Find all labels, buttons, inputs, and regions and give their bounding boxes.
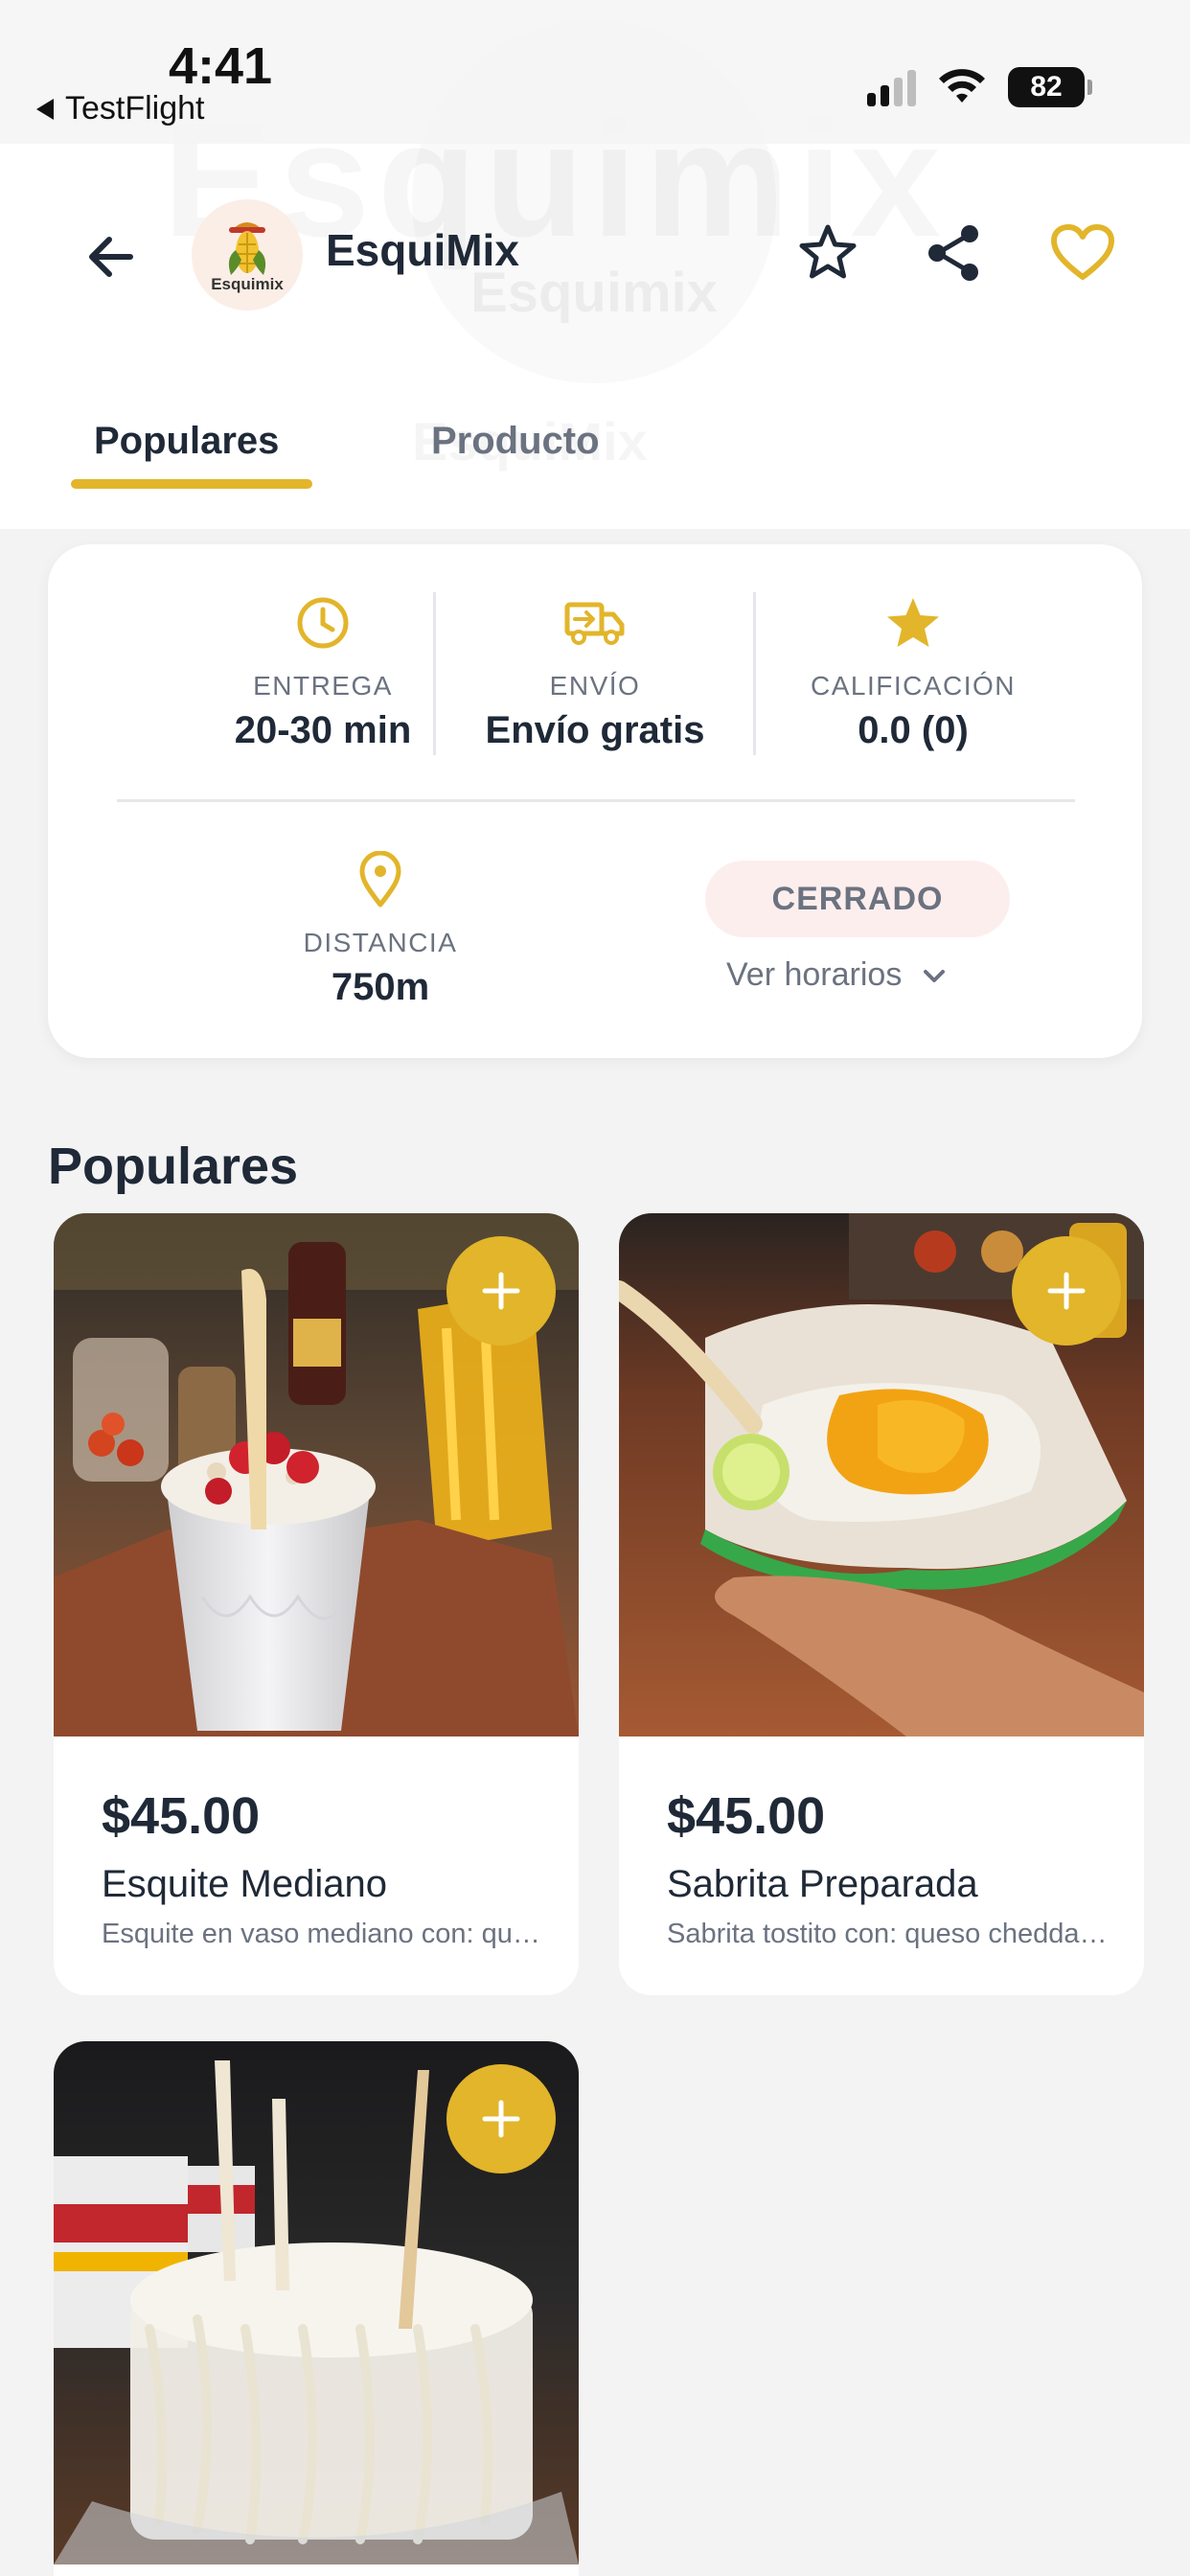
wifi-icon (939, 69, 985, 103)
status-time: 4:41 (169, 37, 273, 95)
back-triangle-icon (36, 98, 54, 120)
rating-label: CALIFICACIÓN (810, 671, 1017, 701)
delivery-truck-icon (564, 602, 625, 645)
system-icons: 82 (867, 67, 1092, 107)
info-divider (117, 799, 1075, 802)
rating-stat: CALIFICACIÓN 0.0 (0) (755, 592, 1071, 752)
add-to-cart-button[interactable] (446, 2064, 556, 2174)
star-filled-icon (887, 598, 939, 647)
product-description: Sabrita tostito con: queso cheddar, elot… (667, 1919, 1108, 1949)
store-logo: Esquimix (192, 199, 303, 310)
product-description: Esquite en vaso mediano con: queso, mayo… (102, 1919, 542, 1949)
view-hours-label: Ver horarios (726, 956, 903, 993)
share-button[interactable] (916, 215, 993, 291)
product-price: $45.00 (667, 1787, 826, 1845)
store-header-area: Esquimix Esquimix EsquiMix 4:41 TestFlig… (0, 0, 1190, 529)
store-logo-text: Esquimix (211, 275, 284, 293)
view-hours-link[interactable]: Ver horarios (726, 956, 948, 994)
section-title-populares: Populares (48, 1138, 299, 1195)
shipping-stat: ENVÍO Envío gratis (437, 592, 753, 752)
corn-logo-icon (228, 222, 266, 275)
shipping-label: ENVÍO (549, 671, 641, 701)
like-heart-button[interactable] (1044, 215, 1121, 291)
product-card[interactable] (54, 2041, 579, 2576)
plus-icon (1047, 1272, 1086, 1310)
active-tab-indicator (71, 479, 312, 489)
chevron-down-icon (924, 969, 946, 982)
favorite-star-button[interactable] (790, 215, 866, 291)
distance-value: 750m (331, 966, 430, 1008)
shipping-value: Envío gratis (485, 709, 705, 751)
signal-icon (867, 68, 916, 106)
store-status-badge: CERRADO (705, 861, 1010, 937)
distance-stat: DISTANCIA 750m (222, 849, 538, 1009)
tab-populares[interactable]: Populares (94, 420, 279, 463)
share-icon (928, 225, 978, 281)
product-name: Esquite Mediano (102, 1863, 387, 1905)
add-to-cart-button[interactable] (446, 1236, 556, 1346)
battery-icon: 82 (1008, 67, 1092, 107)
product-price: $45.00 (102, 1787, 261, 1845)
status-bar: 4:41 TestFlight 82 (0, 0, 1190, 144)
product-card[interactable]: $45.00 Sabrita Preparada Sabrita tostito… (619, 1213, 1144, 1995)
plus-icon (482, 1272, 520, 1310)
product-name: Sabrita Preparada (667, 1863, 978, 1905)
star-outline-icon (799, 224, 857, 279)
store-info-card: ENTREGA 20-30 min ENVÍO Envío gratis CAL… (48, 544, 1142, 1058)
location-pin-icon (359, 851, 401, 908)
heart-outline-icon (1051, 224, 1114, 280)
plus-icon (482, 2100, 520, 2138)
distance-label: DISTANCIA (303, 928, 458, 957)
rating-value: 0.0 (0) (858, 709, 969, 751)
tab-producto[interactable]: Producto (431, 420, 600, 463)
store-name: EsquiMix (326, 225, 519, 275)
add-to-cart-button[interactable] (1012, 1236, 1121, 1346)
back-to-app-link[interactable]: TestFlight (36, 90, 205, 127)
product-card[interactable]: $45.00 Esquite Mediano Esquite en vaso m… (54, 1213, 579, 1995)
stat-divider (433, 592, 436, 755)
back-arrow-icon (89, 237, 133, 277)
store-tabs: Populares Producto (0, 402, 1190, 489)
clock-icon (297, 597, 349, 649)
back-button[interactable] (73, 218, 149, 295)
back-app-label: TestFlight (65, 90, 205, 126)
store-nav-row: Esquimix EsquiMix (0, 192, 1190, 316)
